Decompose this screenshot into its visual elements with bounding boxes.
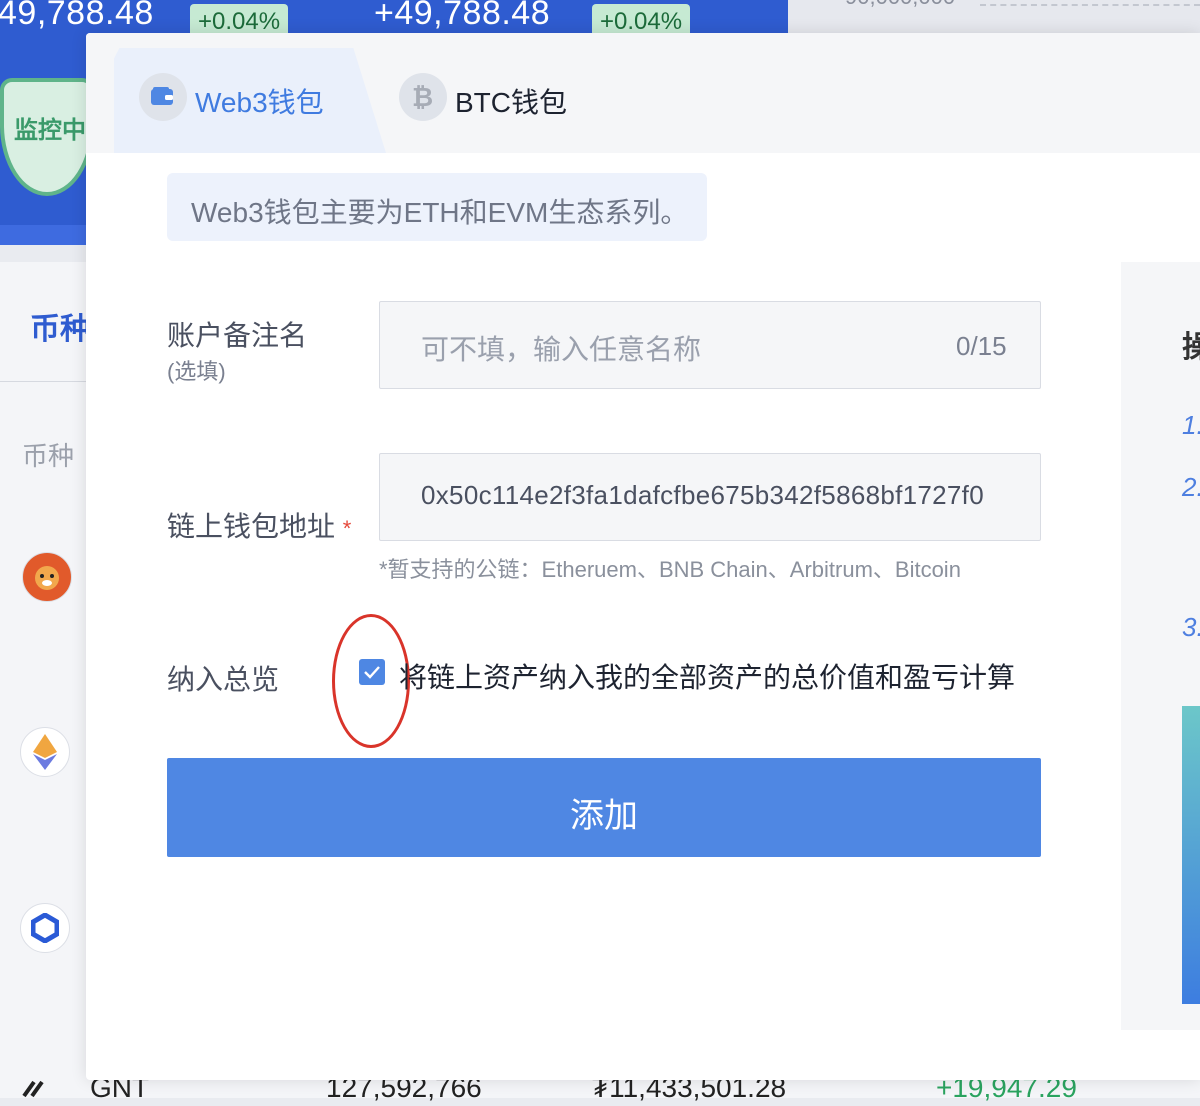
optional-label: (选填) — [167, 359, 226, 384]
wallet-icon — [139, 73, 187, 121]
monitoring-label: 监控中 — [14, 117, 86, 144]
supported-chains-hint: *暂支持的公链：Etheruem、BNB Chain、Arbitrum、Bitc… — [379, 557, 961, 582]
svg-text:₿: ₿ — [412, 83, 433, 111]
instructions-title: 操 — [1182, 331, 1200, 364]
char-counter: 0/15 — [956, 331, 1007, 361]
tab-web3-label[interactable]: Web3钱包 — [195, 81, 324, 121]
step-number: 3. — [1182, 612, 1200, 642]
wallet-address-value[interactable]: 0x50c114e2f3fa1dafcfbe675b342f5868bf1727… — [421, 480, 984, 511]
account-name-label: 账户备注名 — [167, 320, 308, 351]
total-value: 49,788.48 — [0, 0, 154, 32]
info-notice-text: Web3钱包主要为ETH和EVM生态系列。 — [191, 197, 689, 228]
chainlink-coin-icon — [20, 903, 70, 953]
wallet-address-label: 链上钱包地址 * — [167, 505, 351, 545]
chart-axis-label: 90,000,000 — [845, 0, 955, 10]
section-title: 币种 — [30, 313, 90, 346]
bitcoin-icon[interactable]: ₿ — [399, 73, 447, 121]
gnt-coin-icon — [22, 1078, 50, 1106]
required-mark: * — [342, 516, 352, 541]
eth-coin-icon — [20, 727, 70, 777]
account-name-placeholder[interactable]: 可不填，输入任意名称 — [421, 328, 701, 368]
shib-coin-icon — [22, 552, 72, 602]
add-button-label: 添加 — [570, 797, 638, 835]
divider — [0, 381, 90, 382]
include-overview-text[interactable]: 将链上资产纳入我的全部资产的总价值和盈亏计算 — [399, 656, 1015, 696]
coin-column-header: 币种 — [22, 441, 75, 471]
add-button[interactable]: 添加 — [167, 758, 1041, 857]
step-number: 2. — [1182, 472, 1200, 502]
tab-btc-label[interactable]: BTC钱包 — [455, 81, 567, 121]
wallet-address-label-text: 链上钱包地址 — [167, 511, 336, 542]
instruction-image — [1182, 706, 1200, 1004]
pnl-value: +49,788.48 — [374, 0, 551, 32]
include-overview-label: 纳入总览 — [167, 664, 280, 695]
chart-gridline — [980, 4, 1200, 6]
step-number: 1. — [1182, 410, 1200, 440]
